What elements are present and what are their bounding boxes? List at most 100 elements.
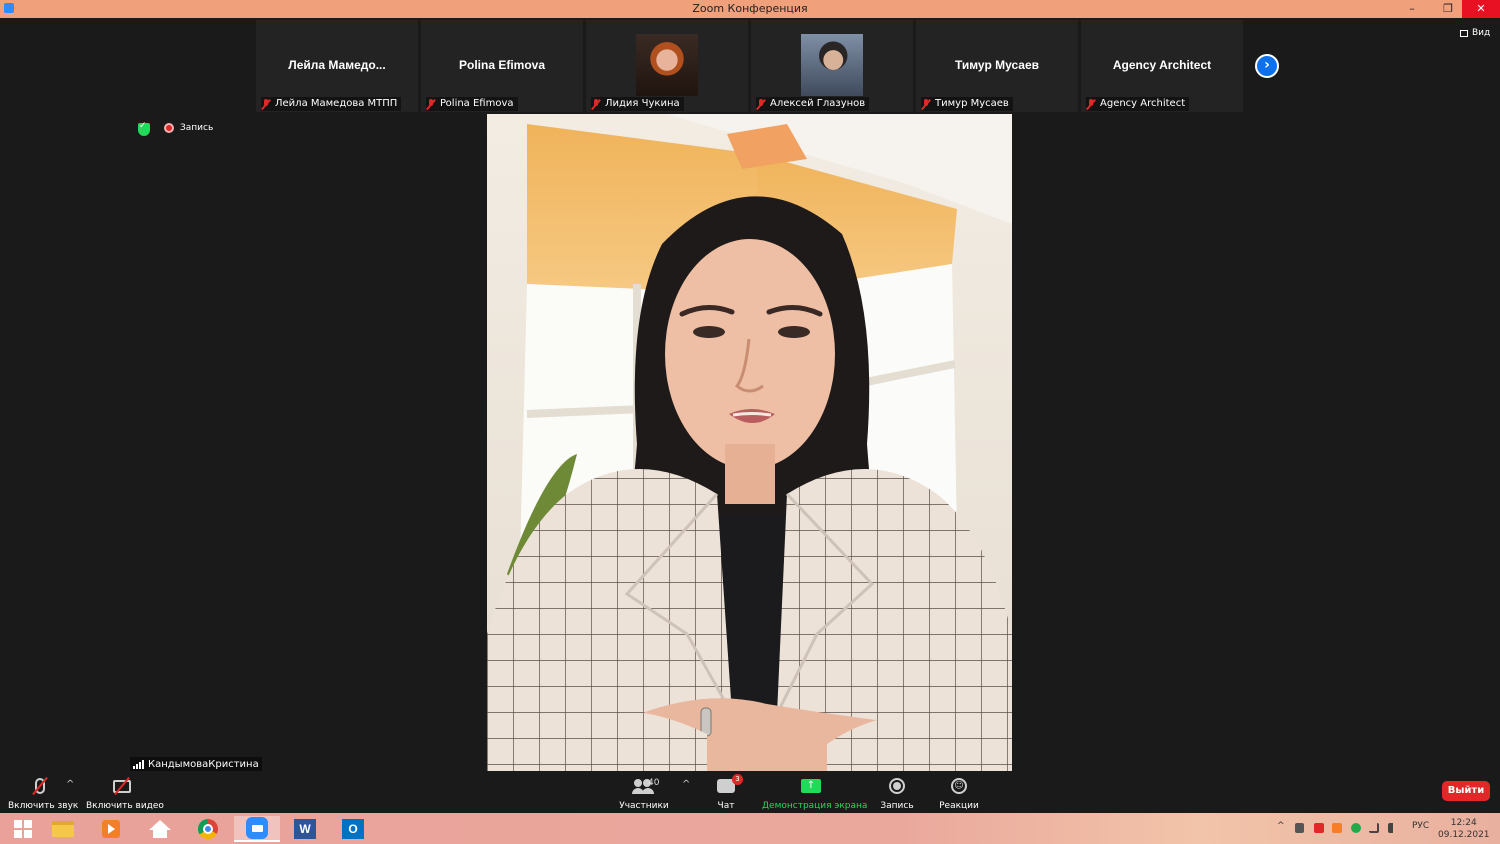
participant-name: Тимур Мусаев (935, 98, 1009, 109)
participant-label: Алексей Глазунов (756, 97, 870, 111)
minimize-button[interactable]: – (1400, 0, 1424, 18)
reactions-smiley-icon: ☺ (951, 778, 967, 794)
taskbar-chrome[interactable] (185, 816, 231, 842)
participants-count: 40 (648, 778, 660, 788)
mic-muted-icon (921, 98, 931, 110)
participant-label: Polina Efimova (426, 97, 518, 111)
taskbar-explorer[interactable] (40, 816, 86, 842)
grid-view-icon (1460, 29, 1468, 37)
participant-name: Polina Efimova (440, 98, 514, 109)
reactions-label: Реакции (939, 801, 979, 811)
participant-thumbnail[interactable]: Polina Efimova Polina Efimova (421, 20, 583, 112)
share-screen-label: Демонстрация экрана (762, 801, 868, 811)
recording-label: Запись (180, 123, 214, 133)
leave-meeting-button[interactable]: Выйти (1442, 781, 1490, 801)
taskbar-outlook[interactable]: O (330, 816, 376, 842)
audio-options-caret[interactable]: ^ (66, 779, 74, 790)
taskbar-zoom[interactable] (234, 816, 280, 842)
participants-button[interactable]: 40 Участники (616, 775, 672, 811)
system-clock[interactable]: 12:24 09.12.2021 (1438, 817, 1490, 841)
participant-display-name: Тимур Мусаев (954, 58, 1040, 72)
participants-options-caret[interactable]: ^ (682, 779, 690, 790)
participant-thumbnail[interactable]: Тимур Мусаев Тимур Мусаев (916, 20, 1078, 112)
active-speaker-video (487, 114, 1012, 771)
start-video-button[interactable]: Включить видео (86, 775, 164, 811)
meeting-toolbar: Включить звук ^ Включить видео 40 Участн… (0, 771, 1500, 813)
participant-avatar (636, 34, 698, 96)
record-label: Запись (880, 801, 914, 811)
flag-icon[interactable] (1295, 823, 1304, 833)
mic-muted-icon (261, 98, 271, 110)
participant-display-name: Polina Efimova (458, 58, 546, 72)
view-button[interactable]: Вид (1460, 28, 1490, 38)
participant-display-name: Лейла Мамедо... (288, 58, 386, 72)
mic-muted-icon (591, 98, 601, 110)
participant-label: Лейла Мамедова МТПП (261, 97, 402, 111)
record-icon (889, 778, 905, 794)
file-explorer-icon (52, 821, 74, 837)
speaker-video-frame (487, 114, 1012, 771)
participant-name: Agency Architect (1100, 98, 1186, 109)
home-icon (149, 820, 171, 838)
participants-label: Участники (619, 801, 669, 811)
participant-thumbnail[interactable]: Agency Architect Agency Architect (1081, 20, 1243, 112)
participant-thumbnail[interactable]: Алексей Глазунов (751, 20, 913, 112)
taskbar-media-player[interactable] (88, 816, 134, 842)
antivirus-icon[interactable] (1314, 823, 1324, 833)
participant-display-name: Agency Architect (1112, 58, 1212, 72)
taskbar-word[interactable]: W (282, 816, 328, 842)
chat-unread-badge: 3 (732, 774, 743, 785)
share-screen-button[interactable]: ↑ Демонстрация экрана (762, 775, 868, 811)
volume-icon[interactable] (1388, 823, 1398, 833)
participant-name: Алексей Глазунов (770, 98, 866, 109)
security-shield-icon[interactable] (138, 121, 150, 136)
windows-logo-icon (14, 820, 32, 838)
zoom-window: Zoom Конференция – ❐ ✕ Лейла Мамедо... Л… (0, 0, 1500, 844)
unmute-label: Включить звук (8, 801, 79, 811)
chat-button[interactable]: 3 Чат (708, 774, 744, 811)
mic-muted-icon (426, 98, 436, 110)
start-video-label: Включить видео (86, 801, 164, 811)
share-screen-icon: ↑ (801, 779, 821, 793)
participant-name: Лидия Чукина (605, 98, 680, 109)
media-player-icon (102, 820, 120, 838)
connection-signal-icon (133, 759, 144, 769)
word-icon: W (294, 819, 316, 839)
participant-thumbnail[interactable]: Лидия Чукина (586, 20, 748, 112)
mic-muted-icon (1086, 98, 1096, 110)
next-page-button[interactable]: › (1255, 54, 1279, 78)
record-button[interactable]: Запись (878, 775, 916, 811)
close-button[interactable]: ✕ (1462, 0, 1500, 18)
chat-label: Чат (717, 801, 735, 811)
participant-label: Agency Architect (1086, 97, 1190, 111)
chrome-icon (198, 819, 218, 839)
participant-avatar (801, 34, 863, 96)
participant-label: Лидия Чукина (591, 97, 684, 111)
restore-button[interactable]: ❐ (1436, 0, 1460, 18)
recording-indicator[interactable]: Запись (164, 123, 213, 133)
windows-taskbar: W O ^ РУС 12:24 09.12.2021 (0, 813, 1500, 844)
mic-muted-icon (756, 98, 766, 110)
clock-time: 12:24 (1450, 818, 1477, 828)
reactions-button[interactable]: ☺ Реакции (938, 775, 980, 811)
language-indicator[interactable]: РУС (1412, 821, 1429, 831)
view-label: Вид (1472, 28, 1491, 38)
unmute-button[interactable]: Включить звук (8, 775, 79, 811)
title-bar: Zoom Конференция – ❐ ✕ (0, 0, 1500, 18)
outlook-icon: O (342, 819, 364, 839)
taskbar-home[interactable] (137, 816, 183, 842)
security-tray-icon[interactable] (1351, 823, 1361, 833)
recording-dot-icon (164, 123, 174, 133)
clock-date: 09.12.2021 (1438, 830, 1490, 840)
tray-expand-icon[interactable]: ^ (1277, 821, 1285, 831)
active-speaker-label: КандымоваКристина (130, 757, 262, 771)
active-speaker-name: КандымоваКристина (148, 758, 259, 770)
chat-icon: 3 (717, 774, 743, 793)
update-icon[interactable] (1332, 823, 1342, 833)
network-icon[interactable] (1369, 823, 1379, 833)
participant-label: Тимур Мусаев (921, 97, 1013, 111)
participant-thumbnail[interactable]: Лейла Мамедо... Лейла Мамедова МТПП (256, 20, 418, 112)
window-title: Zoom Конференция (692, 2, 808, 15)
zoom-icon (246, 817, 268, 839)
participant-name: Лейла Мамедова МТПП (275, 98, 398, 109)
